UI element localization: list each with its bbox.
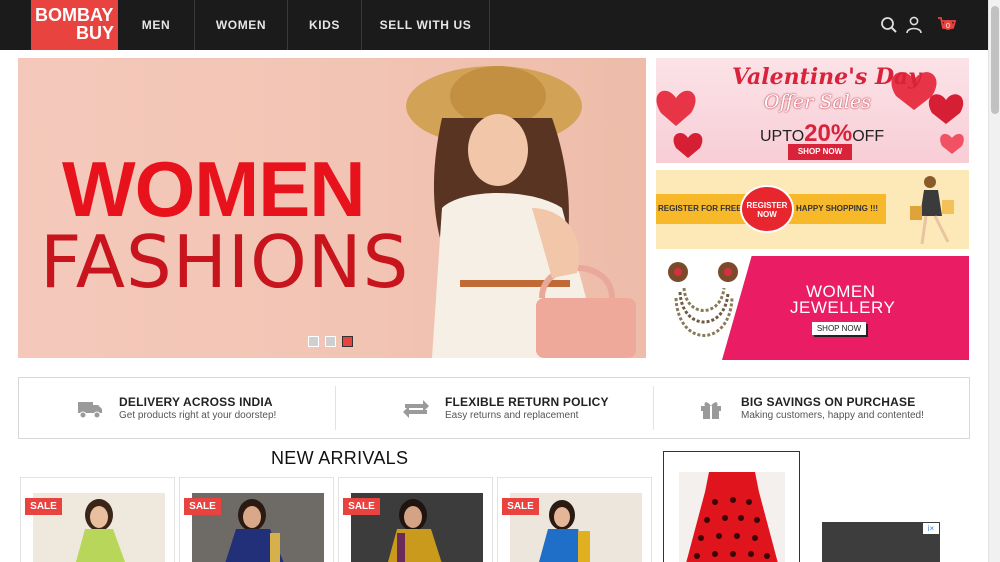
feature-savings-title: BIG SAVINGS ON PURCHASE — [741, 395, 916, 409]
hero-slider[interactable]: WOMEN FASHIONS — [18, 58, 646, 358]
hero-title-line2: FASHIONS — [40, 220, 410, 304]
truck-icon — [78, 402, 102, 419]
valentine-banner[interactable]: Valentine's Day Offer Sales UPTO20%OFF S… — [656, 58, 969, 163]
slider-dot-1[interactable] — [308, 336, 319, 347]
valentine-subtitle: Offer Sales — [764, 91, 871, 113]
jewellery-shop-now-button[interactable]: SHOP NOW — [812, 322, 866, 335]
main-nav: MEN WOMEN KIDS SELL WITH US — [118, 0, 490, 50]
page-scrollbar[interactable] — [988, 0, 1000, 562]
product-card[interactable]: SALE — [497, 477, 652, 562]
ad-choices-badge[interactable]: i× — [923, 523, 939, 534]
register-left-text: REGISTER FOR FREE — [658, 204, 742, 213]
logo-line2: BUY — [75, 23, 114, 43]
red-dress-image — [679, 472, 785, 562]
nav-item-men[interactable]: MEN — [118, 0, 195, 50]
necklace-image — [668, 262, 738, 337]
top-header: BOMBAY BUY MEN WOMEN KIDS SELL WITH US 0 — [0, 0, 988, 50]
feature-divider — [335, 386, 336, 430]
search-icon[interactable] — [880, 16, 898, 34]
feature-savings: BIG SAVINGS ON PURCHASE Making customers… — [653, 378, 969, 438]
valentine-shop-now-button[interactable]: SHOP NOW — [788, 144, 852, 160]
return-arrows-icon — [403, 400, 429, 418]
slider-dot-2[interactable] — [325, 336, 336, 347]
product-card[interactable]: SALE — [338, 477, 493, 562]
feature-returns-title: FLEXIBLE RETURN POLICY — [445, 395, 609, 409]
valentine-discount-value: 20% — [804, 120, 853, 147]
jewellery-banner[interactable]: WOMEN JEWELLERY SHOP NOW — [656, 256, 969, 360]
featured-dress-card[interactable] — [663, 451, 800, 562]
register-now-button[interactable]: REGISTER NOW — [740, 185, 794, 233]
product-card[interactable]: SALE — [20, 477, 175, 562]
new-arrivals-heading: NEW ARRIVALS — [271, 448, 409, 468]
slider-dot-3[interactable] — [342, 336, 353, 347]
scrollbar-thumb[interactable] — [991, 6, 999, 114]
feature-returns: FLEXIBLE RETURN POLICY Easy returns and … — [335, 378, 653, 438]
register-now-line1: REGISTER — [746, 201, 788, 210]
sale-badge: SALE — [502, 498, 539, 515]
feature-savings-subtitle: Making customers, happy and contented! — [741, 410, 924, 421]
nav-item-kids[interactable]: KIDS — [288, 0, 362, 50]
feature-delivery: DELIVERY ACROSS INDIA Get products right… — [19, 378, 335, 438]
nav-item-sell-with-us[interactable]: SELL WITH US — [362, 0, 490, 50]
register-right-text: HAPPY SHOPPING !!! — [796, 204, 879, 213]
hero-model-image — [406, 66, 636, 358]
ad-unit[interactable]: i× — [822, 522, 940, 562]
gift-icon — [701, 402, 721, 419]
features-strip: DELIVERY ACROSS INDIA Get products right… — [18, 377, 970, 439]
logo-line1: BOMBAY — [35, 5, 114, 25]
valentine-upto-label: UPTO — [760, 128, 805, 145]
cart-count: 0 — [946, 23, 950, 30]
register-now-line2: NOW — [757, 210, 777, 219]
slider-dots — [308, 336, 353, 347]
user-icon[interactable] — [905, 16, 923, 34]
valentine-off-label: OFF — [852, 128, 885, 145]
feature-delivery-subtitle: Get products right at your doorstep! — [119, 410, 277, 421]
jewellery-title-line2: JEWELLERY — [790, 298, 896, 317]
site-logo[interactable]: BOMBAY BUY — [31, 0, 118, 50]
valentine-title: Valentine's Day — [732, 64, 922, 90]
product-card[interactable]: SALE — [179, 477, 334, 562]
sale-badge: SALE — [184, 498, 221, 515]
sale-badge: SALE — [25, 498, 62, 515]
feature-delivery-title: DELIVERY ACROSS INDIA — [119, 395, 273, 409]
sale-badge: SALE — [343, 498, 380, 515]
shopping-woman-illustration — [910, 176, 954, 245]
register-banner[interactable]: REGISTER FOR FREE HAPPY SHOPPING !!! REG… — [656, 170, 969, 249]
feature-returns-subtitle: Easy returns and replacement — [445, 410, 579, 421]
nav-item-women[interactable]: WOMEN — [195, 0, 288, 50]
cart-icon[interactable]: 0 — [937, 16, 957, 34]
feature-divider — [653, 386, 654, 430]
